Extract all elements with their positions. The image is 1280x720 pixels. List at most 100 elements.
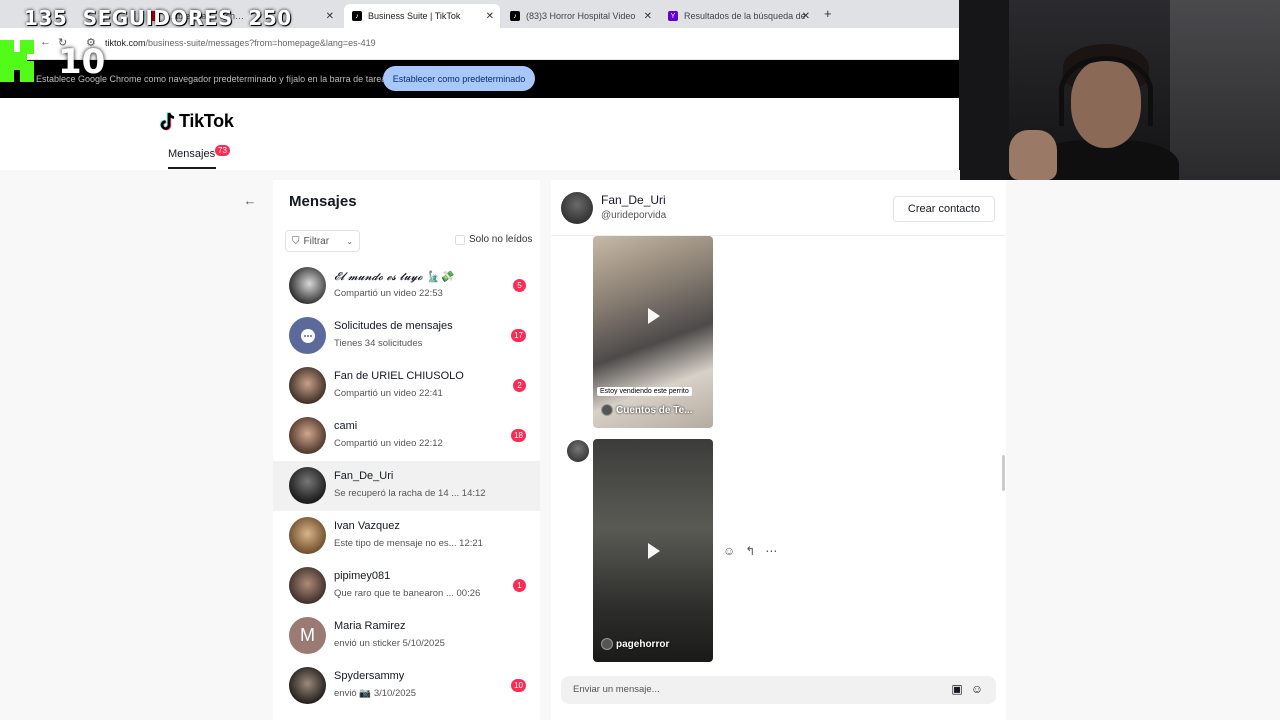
messages-count-badge: 73 — [215, 145, 230, 156]
url-path: /business-suite/messages?from=homepage&l… — [145, 38, 376, 48]
url-host: tiktok.com — [105, 38, 146, 48]
tab-title: Resultados de la búsqueda de — [684, 11, 806, 21]
filter-icon: ⛉ — [292, 235, 300, 247]
conversation-preview: Tienes 34 solicitudes — [334, 338, 423, 349]
kick-logo-icon — [0, 40, 34, 82]
browser-tab[interactable]: ♪ (83)3 Horror Hospital Video ✕ — [502, 4, 658, 28]
conversation-name: Maria Ramirez — [334, 620, 406, 632]
message-input-placeholder: Enviar un mensaje... — [573, 684, 660, 695]
conversation-item-selected[interactable]: Fan_De_Uri Se recuperó la racha de 14 ..… — [273, 461, 540, 511]
conversation-item[interactable]: cami Compartió un video 22:12 18 — [273, 411, 540, 461]
scrollbar[interactable] — [1002, 455, 1005, 491]
conversation-item[interactable]: Ivan Vazquez Este tipo de mensaje no es.… — [273, 511, 540, 561]
browser-tab-active[interactable]: ♪ Business Suite | TikTok ✕ — [344, 4, 500, 28]
avatar[interactable] — [561, 192, 593, 224]
shared-video-card[interactable]: pagehorror — [593, 439, 713, 662]
message-requests-icon — [289, 317, 326, 354]
filter-button[interactable]: ⛉ Filtrar ⌄ — [285, 230, 360, 252]
chat-panel: Fan_De_Uri @urideporvida Crear contacto … — [551, 180, 1006, 720]
conversation-preview: Compartió un video 22:53 — [334, 288, 443, 299]
avatar — [289, 417, 326, 454]
back-arrow-icon[interactable]: ← — [242, 193, 258, 209]
chevron-down-icon: ⌄ — [346, 236, 353, 246]
chat-contact-handle: @urideporvida — [601, 210, 667, 221]
avatar — [601, 404, 613, 416]
avatar — [289, 367, 326, 404]
avatar — [289, 267, 326, 304]
tiktok-logo[interactable]: TikTok — [160, 111, 234, 132]
panel-title: Mensajes — [289, 193, 357, 210]
tab-messages[interactable]: Mensajes — [168, 148, 215, 160]
conversation-preview: Compartió un video 22:41 — [334, 388, 443, 399]
message-input[interactable]: Enviar un mensaje... ▣ ☺ — [561, 676, 996, 704]
chat-contact-name[interactable]: Fan_De_Uri — [601, 193, 666, 207]
conversation-item[interactable]: pipimey081 Que raro que te banearon ... … — [273, 561, 540, 611]
conversation-preview: Se recuperó la racha de 14 ... 14:12 — [334, 488, 486, 499]
unread-only-toggle[interactable]: Solo no leídos — [455, 234, 532, 245]
unread-only-label: Solo no leídos — [469, 234, 533, 245]
chat-header: Fan_De_Uri @urideporvida Crear contacto — [551, 180, 1006, 236]
followers-goal-overlay: 135 SEGUIDORES 250 — [24, 6, 292, 30]
conversation-preview: envió 📷 3/10/2025 — [334, 688, 417, 699]
back-icon[interactable]: ← — [40, 36, 51, 48]
create-contact-button[interactable]: Crear contacto — [893, 196, 995, 222]
conversation-preview: Este tipo de mensaje no es... 12:21 — [334, 538, 483, 549]
checkbox[interactable] — [455, 234, 465, 245]
conversation-name: Spydersammy — [334, 670, 405, 682]
browser-tab[interactable]: Y Resultados de la búsqueda de ✕ — [660, 4, 816, 28]
conversation-item[interactable]: Solicitudes de mensajes Tienes 34 solici… — [273, 311, 540, 361]
conversation-preview: envió un sticker 5/10/2025 — [334, 638, 445, 649]
conversation-name: Solicitudes de mensajes — [334, 320, 453, 332]
set-default-button[interactable]: Establecer como predeterminado — [383, 66, 535, 91]
conversation-item[interactable]: 𝓔𝓵 𝓶𝓾𝓷𝓭𝓸 𝓮𝓼 𝓽𝓾𝔂𝓸 🗽💸 Compartió un video 2… — [273, 261, 540, 311]
react-icon[interactable]: ☺ — [723, 544, 735, 558]
close-icon[interactable]: ✕ — [644, 11, 652, 22]
shared-video-card[interactable]: Estoy vendiendo este perrito Cuentos de … — [593, 236, 713, 428]
more-icon[interactable]: ⋯ — [765, 544, 777, 558]
avatar — [289, 517, 326, 554]
video-author-name: pagehorror — [616, 638, 670, 650]
tiktok-favicon-icon: ♪ — [352, 11, 362, 21]
conversation-item[interactable]: Spydersammy envió 📷 3/10/2025 10 — [273, 661, 540, 711]
close-icon[interactable]: ✕ — [326, 11, 334, 22]
reply-icon[interactable]: ↰ — [745, 544, 755, 558]
header-divider — [0, 170, 960, 180]
close-icon[interactable]: ✕ — [802, 11, 810, 22]
followers-current: 135 — [24, 6, 68, 30]
tiktok-favicon-icon: ♪ — [510, 11, 520, 21]
video-caption: Estoy vendiendo este perrito — [597, 387, 692, 396]
conversation-item[interactable]: M Maria Ramirez envió un sticker 5/10/20… — [273, 611, 540, 661]
image-icon[interactable]: ▣ — [950, 682, 964, 696]
yahoo-favicon-icon: Y — [668, 11, 678, 21]
close-icon[interactable]: ✕ — [486, 11, 494, 22]
play-icon — [648, 308, 660, 324]
avatar-initial: M — [289, 617, 326, 654]
followers-label: SEGUIDORES — [82, 6, 233, 30]
conversation-name: pipimey081 — [334, 570, 391, 582]
play-icon — [648, 543, 660, 559]
avatar — [601, 638, 613, 650]
tiktok-logo-icon — [160, 111, 175, 130]
conversation-preview: Que raro que te banearon ... 00:26 — [334, 588, 481, 599]
webcam-feed — [959, 0, 1280, 180]
video-author: pagehorror — [601, 638, 669, 650]
conversation-list-panel: Mensajes ⛉ Filtrar ⌄ Solo no leídos 𝓔𝓵 𝓶… — [273, 180, 540, 720]
unread-badge: 1 — [513, 579, 526, 592]
emoji-icon[interactable]: ☺ — [970, 682, 984, 696]
conversation-name: cami — [334, 420, 358, 432]
unread-badge: 10 — [511, 679, 526, 692]
video-author-name: Cuentos de Te... — [616, 404, 693, 416]
omnibar: ← ↻ ⚙ tiktok.com/business-suite/messages… — [0, 28, 960, 60]
video-author: Cuentos de Te... — [601, 404, 693, 416]
logo-text: TikTok — [179, 111, 234, 131]
filter-label: Filtrar — [303, 235, 330, 247]
avatar — [567, 440, 589, 462]
conversation-name: Fan_De_Uri — [334, 470, 394, 482]
conversation-item[interactable]: Fan de URIEL CHIUSOLO Compartió un video… — [273, 361, 540, 411]
avatar — [289, 467, 326, 504]
address-bar[interactable]: tiktok.com/business-suite/messages?from=… — [105, 38, 376, 48]
new-tab-button[interactable]: + — [824, 6, 832, 21]
followers-goal: 250 — [248, 6, 292, 30]
active-tab-underline — [168, 167, 216, 169]
counter-overlay: 10 — [58, 42, 106, 82]
